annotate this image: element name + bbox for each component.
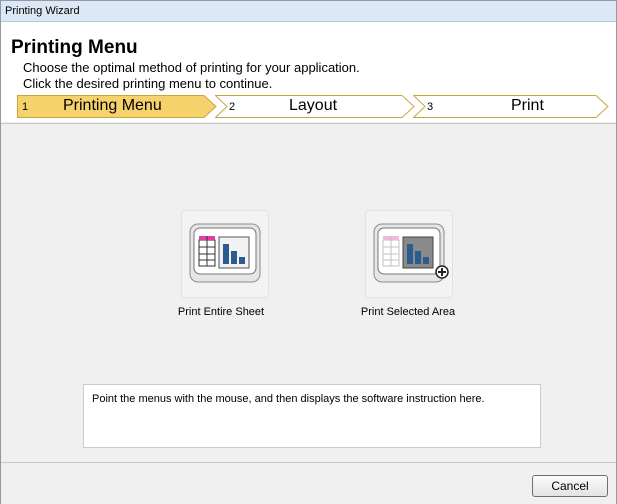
step-label: Layout — [289, 97, 338, 114]
print-entire-sheet-label: Print Entire Sheet — [177, 306, 265, 318]
print-selected-area-button[interactable] — [365, 210, 453, 298]
step-printing-menu: 1 Printing Menu — [17, 95, 217, 118]
step-layout: 2 Layout — [215, 95, 415, 118]
print-selected-area-label: Print Selected Area — [360, 306, 456, 318]
step-print: 3 Print — [413, 95, 609, 118]
cancel-button[interactable]: Cancel — [532, 475, 608, 497]
title-bar[interactable]: Printing Wizard — [1, 1, 616, 22]
printing-wizard-window: Printing Wizard Printing Menu Choose the… — [0, 0, 617, 504]
menu-content-area: Print Entire Sheet Print Selected Area P… — [1, 123, 616, 462]
step-label: Printing Menu — [63, 97, 162, 114]
header-description-line-1: Choose the optimal method of printing fo… — [23, 60, 360, 75]
instruction-box: Point the menus with the mouse, and then… — [83, 384, 541, 448]
wizard-header: Printing Menu Choose the optimal method … — [1, 22, 616, 122]
window-title: Printing Wizard — [5, 5, 80, 17]
print-entire-sheet-button[interactable] — [181, 210, 269, 298]
step-label: Print — [511, 97, 544, 114]
step-number: 3 — [427, 101, 434, 113]
header-description-line-2: Click the desired printing menu to conti… — [23, 76, 273, 91]
wizard-steps: 1 Printing Menu 2 Layout 3 Print — [17, 95, 609, 118]
page-title: Printing Menu — [11, 37, 138, 58]
entire-sheet-icon — [189, 223, 261, 283]
step-number: 1 — [22, 101, 29, 113]
selected-area-icon — [373, 223, 449, 283]
step-number: 2 — [229, 101, 236, 113]
wizard-footer: Cancel — [1, 462, 616, 504]
instruction-text: Point the menus with the mouse, and then… — [92, 393, 485, 405]
